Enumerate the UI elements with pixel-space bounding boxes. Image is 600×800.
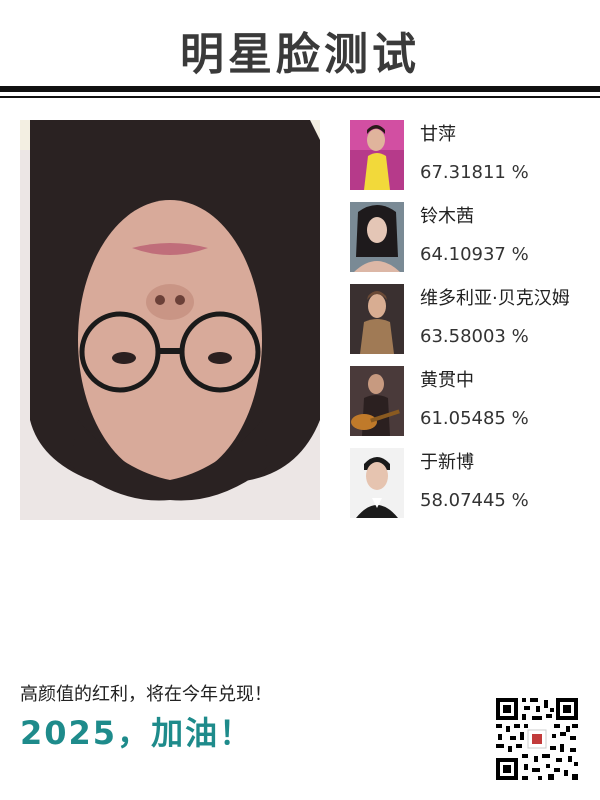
qr-code-icon (494, 696, 580, 782)
celebrity-photo-icon (350, 366, 404, 436)
celebrity-photo-icon (350, 448, 404, 518)
match-name: 于新博 (420, 452, 474, 473)
match-item: 黄贯中 61.05485 % (350, 366, 600, 438)
user-photo (20, 120, 320, 520)
header: 明星脸测试 (0, 0, 600, 100)
match-score: 61.05485 % (420, 408, 529, 429)
match-name: 铃木茜 (420, 206, 474, 227)
match-score: 63.58003 % (420, 326, 529, 347)
slogan: 2025，加油！ (20, 714, 254, 752)
match-item: 维多利亚·贝克汉姆 63.58003 % (350, 284, 600, 356)
header-divider-thin (0, 96, 600, 98)
match-score: 64.10937 % (420, 244, 529, 265)
page-title: 明星脸测试 (180, 29, 420, 80)
match-name: 甘萍 (420, 124, 456, 145)
header-divider-thick (0, 86, 600, 92)
match-name: 维多利亚·贝克汉姆 (420, 288, 570, 309)
match-item: 铃木茜 64.10937 % (350, 202, 600, 274)
match-item: 于新博 58.07445 % (350, 448, 600, 520)
celebrity-photo-icon (350, 202, 404, 272)
match-name: 黄贯中 (420, 370, 474, 391)
match-score: 67.31811 % (420, 162, 529, 183)
celebrity-photo-icon (350, 284, 404, 354)
footer-message: 高颜值的红利，将在今年兑现！ (20, 684, 272, 705)
match-item: 甘萍 67.31811 % (350, 120, 600, 192)
match-score: 58.07445 % (420, 490, 529, 511)
celebrity-photo-icon (350, 120, 404, 190)
